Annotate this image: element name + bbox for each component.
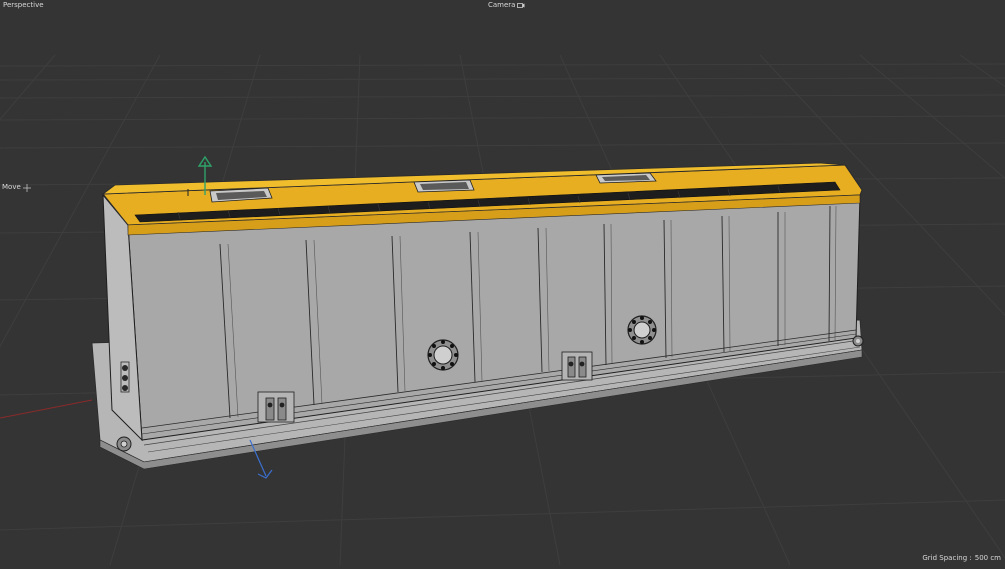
- round-port-right: [627, 315, 657, 345]
- 3d-viewport[interactable]: Perspective Camera Move Grid Spacing : 5…: [0, 0, 1005, 566]
- camera-icon: [517, 3, 525, 8]
- corner-wheel-right: [852, 335, 864, 347]
- grid-spacing-label: Grid Spacing :: [922, 554, 972, 562]
- camera-label: Camera: [488, 1, 516, 9]
- active-tool: Move: [2, 183, 31, 192]
- tool-name: Move: [2, 183, 21, 191]
- corner-wheel-left: [116, 436, 132, 452]
- camera-menu[interactable]: Camera: [488, 1, 525, 10]
- round-port-left: [427, 339, 459, 371]
- viewport-canvas[interactable]: [0, 0, 1005, 566]
- view-name-label[interactable]: Perspective: [3, 1, 44, 10]
- grid-spacing-readout: Grid Spacing : 500 cm: [922, 554, 1001, 563]
- grid-spacing-value: 500 cm: [974, 554, 1001, 562]
- lifting-bracket-left: [257, 391, 295, 423]
- world-axis-x: [0, 399, 93, 419]
- lifting-bracket-right: [561, 351, 593, 381]
- move-cross-icon: [22, 183, 31, 192]
